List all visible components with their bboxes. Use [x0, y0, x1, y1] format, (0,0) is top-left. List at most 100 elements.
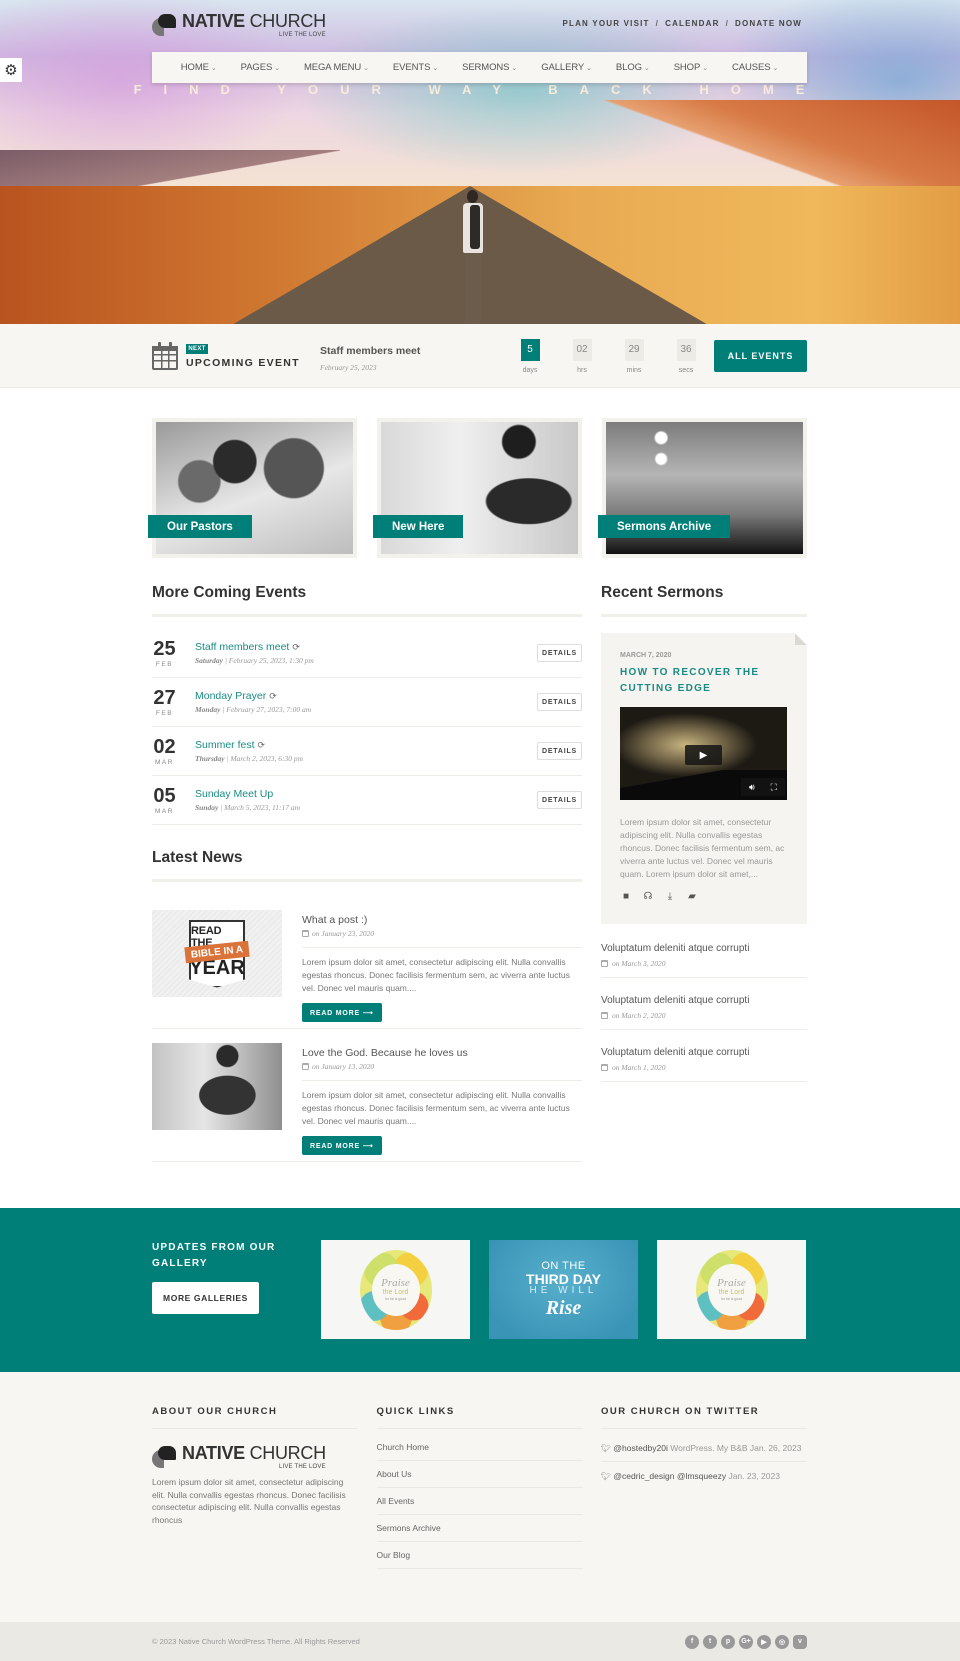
event-title-link[interactable]: Summer fest ⟳ — [195, 739, 537, 751]
nav-item-blog[interactable]: BLOG ⌄ — [604, 62, 662, 73]
nav-item-gallery[interactable]: GALLERY ⌄ — [529, 62, 604, 73]
youtube-icon[interactable]: ▶ — [757, 1634, 771, 1649]
sermon-list-item: Voluptatum deleniti atque corrupti on Ma… — [601, 924, 807, 978]
post-date: on January 23, 2020 — [302, 929, 582, 948]
pinterest-icon[interactable]: p — [721, 1634, 735, 1649]
logo-mark-icon — [152, 1444, 178, 1468]
sermon-date: MARCH 7, 2020 — [620, 652, 672, 659]
sermon-link[interactable]: Voluptatum deleniti atque corrupti — [601, 1047, 749, 1058]
social-links: f t p G+ ▶ ◎ v — [685, 1634, 807, 1649]
read-more-button[interactable]: READ MORE ⟶ — [302, 1003, 382, 1022]
google-plus-icon[interactable]: G+ — [739, 1634, 753, 1649]
book-icon[interactable]: ▰ — [686, 891, 698, 902]
upcoming-event-name[interactable]: Staff members meet — [320, 345, 420, 357]
read-more-button[interactable]: READ MORE ⟶ — [302, 1136, 382, 1155]
footer-link-about-us[interactable]: About Us — [376, 1461, 583, 1488]
headphones-icon[interactable]: ☊ — [642, 891, 654, 902]
nav-item-mega-menu[interactable]: MEGA MENU ⌄ — [292, 62, 381, 73]
post-thumbnail[interactable]: READ THE YEAR BIBLE IN A — [152, 910, 282, 997]
footer-link-sermons-archive[interactable]: Sermons Archive — [376, 1515, 583, 1542]
news-post: Love the God. Because he loves us on Jan… — [152, 1043, 582, 1162]
sermon-video-player[interactable]: ▶ 🔊︎ ⛶ — [620, 707, 787, 800]
volume-icon[interactable]: 🔊︎ — [749, 782, 755, 793]
facebook-icon[interactable]: f — [685, 1634, 699, 1649]
sermon-title[interactable]: HOW TO RECOVER THE CUTTING EDGE — [620, 665, 788, 697]
settings-toggle[interactable]: ⚙ — [0, 58, 22, 82]
top-link-donate[interactable]: DONATE NOW — [735, 19, 802, 28]
chevron-down-icon: ⌄ — [586, 64, 592, 72]
nav-item-home[interactable]: HOME ⌄ — [169, 62, 229, 73]
vimeo-icon[interactable]: v — [793, 1634, 807, 1649]
post-thumbnail[interactable] — [152, 1043, 282, 1130]
sermon-link[interactable]: Voluptatum deleniti atque corrupti — [601, 943, 749, 954]
event-row: 27 FEB Monday Prayer ⟳ Monday | February 2… — [152, 678, 582, 727]
tweet-handle[interactable]: @cedric_design @lmsqueezy — [613, 1471, 726, 1481]
event-details-button[interactable]: DETAILS — [537, 742, 582, 760]
logo-name: NATIVE CHURCH — [182, 11, 326, 31]
event-title-link[interactable]: Monday Prayer ⟳ — [195, 690, 537, 702]
recurring-icon: ⟳ — [269, 690, 277, 701]
calendar-icon — [152, 342, 178, 370]
gallery-image-praise[interactable]: Praise the Lord for he is good — [657, 1240, 806, 1339]
footer-about-text: Lorem ipsum dolor sit amet, consectetur … — [152, 1477, 346, 1525]
footer-link-our-blog[interactable]: Our Blog — [376, 1542, 583, 1569]
events-list: 25 FEB Staff members meet ⟳ Saturday | Feb… — [152, 629, 582, 825]
nav-item-causes[interactable]: CAUSES ⌄ — [720, 62, 790, 73]
site-logo[interactable]: NATIVE CHURCH LIVE THE LOVE — [152, 12, 326, 38]
footer-link-all-events[interactable]: All Events — [376, 1488, 583, 1515]
more-galleries-button[interactable]: MORE GALLERIES — [152, 1282, 259, 1314]
gallery-image-rise[interactable]: ON THE THIRD DAY HE WILL Rise — [489, 1240, 638, 1339]
gallery-image-praise[interactable]: Praise the Lord for he is good — [321, 1240, 470, 1339]
post-title[interactable]: What a post :) — [302, 914, 582, 926]
feature-sermons-archive[interactable]: Sermons Archive — [598, 418, 807, 558]
feature-new-here[interactable]: New Here — [373, 418, 582, 558]
footer-twitter: OUR CHURCH ON TWITTER 🐦︎ @hostedby20i Wo… — [601, 1406, 807, 1569]
event-details-button[interactable]: DETAILS — [537, 644, 582, 662]
footer-logo[interactable]: NATIVE CHURCH LIVE THE LOVE — [152, 1444, 358, 1470]
twitter-icon[interactable]: t — [703, 1634, 717, 1649]
sermon-media-links: ■ ☊ ⤓ ▰ — [620, 891, 788, 902]
tweet-handle[interactable]: @hostedby20i — [613, 1443, 667, 1453]
gallery-band: UPDATES FROM OUR GALLERY MORE GALLERIES … — [0, 1208, 960, 1372]
countdown: 5 days 02 hrs 29 mins 36 secs — [504, 338, 712, 374]
video-icon[interactable]: ■ — [620, 891, 632, 902]
tweet: 🐦︎ @hostedby20i WordPress. My B&B Jan. 2… — [601, 1429, 807, 1462]
calendar-icon — [601, 1012, 608, 1019]
event-title-link[interactable]: Staff members meet ⟳ — [195, 641, 537, 653]
hero-walking-man — [461, 190, 483, 324]
event-title-link[interactable]: Sunday Meet Up — [195, 788, 537, 800]
event-row: 05 MAR Sunday Meet Up Sunday | March 5, 2… — [152, 776, 582, 825]
feature-our-pastors[interactable]: Our Pastors — [148, 418, 357, 558]
download-icon[interactable]: ⤓ — [664, 891, 676, 902]
chevron-down-icon: ⌄ — [772, 64, 779, 72]
top-link-plan-visit[interactable]: PLAN YOUR VISIT — [562, 19, 649, 28]
sermon-link[interactable]: Voluptatum deleniti atque corrupti — [601, 995, 749, 1006]
all-events-button[interactable]: ALL EVENTS — [714, 340, 807, 372]
fullscreen-icon[interactable]: ⛶ — [771, 782, 777, 793]
instagram-icon[interactable]: ◎ — [775, 1634, 789, 1649]
nav-item-pages[interactable]: PAGES ⌄ — [229, 62, 292, 73]
event-meta: Thursday | March 2, 2023, 6:30 pm — [195, 754, 304, 763]
top-link-calendar[interactable]: CALENDAR — [665, 19, 720, 28]
event-details-button[interactable]: DETAILS — [537, 693, 582, 711]
play-icon[interactable]: ▶ — [685, 745, 722, 765]
event-meta: Sunday | March 5, 2023, 11:17 am — [195, 803, 300, 812]
nav-item-events[interactable]: EVENTS ⌄ — [381, 62, 450, 73]
sermon-list-item: Voluptatum deleniti atque corrupti on Ma… — [601, 1030, 807, 1082]
nav-item-sermons[interactable]: SERMONS ⌄ — [450, 62, 529, 73]
event-row: 02 MAR Summer fest ⟳ Thursday | March 2, 2… — [152, 727, 582, 776]
post-date: on January 13, 2020 — [302, 1062, 582, 1081]
twitter-bird-icon: 🐦︎ — [601, 1444, 614, 1453]
calendar-icon — [302, 1063, 309, 1070]
feature-label: Our Pastors — [148, 515, 252, 538]
copyright-bar: © 2023 Native Church WordPress Theme. Al… — [0, 1622, 960, 1661]
nav-item-shop[interactable]: SHOP ⌄ — [662, 62, 720, 73]
event-details-button[interactable]: DETAILS — [537, 791, 582, 809]
tweet: 🐦︎ @cedric_design @lmsqueezy Jan. 23, 20… — [601, 1471, 780, 1481]
post-title[interactable]: Love the God. Because he loves us — [302, 1047, 582, 1059]
event-month: MAR — [155, 807, 174, 815]
copyright-text: © 2023 Native Church WordPress Theme. Al… — [152, 1637, 360, 1646]
gears-icon: ⚙ — [4, 62, 18, 79]
footer-link-church-home[interactable]: Church Home — [376, 1429, 583, 1461]
upcoming-event-bar: NEXT UPCOMING EVENT Staff members meet F… — [0, 324, 960, 388]
